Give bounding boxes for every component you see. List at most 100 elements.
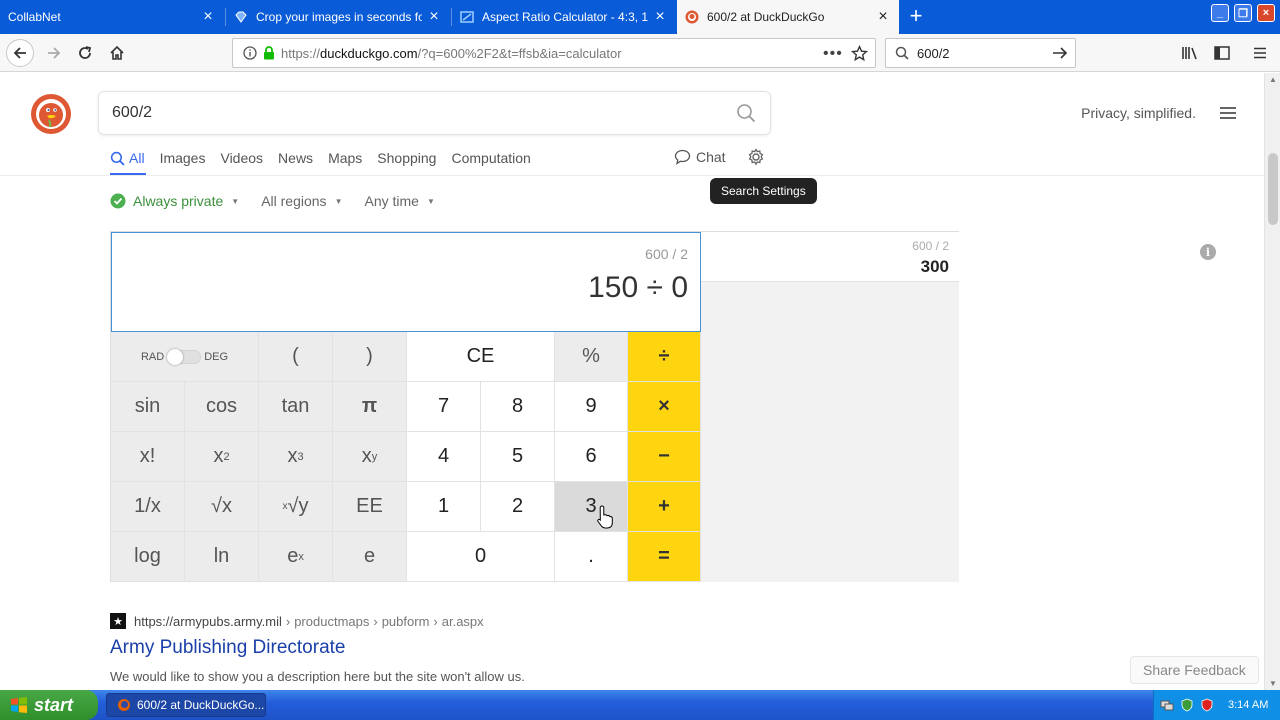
url-text: https://duckduckgo.com/?q=600%2F2&t=ffsb…	[281, 45, 622, 61]
tab-collabnet[interactable]: CollabNet ×	[0, 0, 224, 34]
privacy-filter[interactable]: Always private ▼	[110, 193, 239, 209]
library-icon[interactable]	[1176, 39, 1204, 67]
key-left-paren[interactable]: (	[259, 332, 333, 382]
tab-images[interactable]: Images	[160, 147, 206, 169]
search-icon[interactable]	[736, 103, 756, 123]
menu-icon[interactable]	[1246, 39, 1274, 67]
tab-duckduckgo[interactable]: 600/2 at DuckDuckGo ×	[677, 0, 899, 34]
back-icon[interactable]	[6, 39, 34, 67]
result-title-link[interactable]: Army Publishing Directorate	[110, 637, 810, 659]
close-icon[interactable]: ×	[652, 9, 668, 25]
key-exponent[interactable]: EE	[333, 482, 407, 532]
tab-shopping[interactable]: Shopping	[377, 147, 436, 169]
hand-cursor-icon	[597, 505, 613, 529]
tab-all[interactable]: All	[110, 147, 145, 169]
key-sin[interactable]: sin	[111, 382, 185, 432]
tagline: Privacy, simplified.	[1081, 105, 1196, 121]
duckduckgo-logo[interactable]	[31, 94, 71, 134]
key-power[interactable]: xy	[333, 432, 407, 482]
reload-icon[interactable]	[71, 39, 99, 67]
clock[interactable]: 3:14 AM	[1228, 699, 1268, 711]
tab-computation[interactable]: Computation	[451, 147, 530, 169]
tab-news[interactable]: News	[278, 147, 313, 169]
key-multiply[interactable]: ×	[628, 382, 701, 432]
tab-videos[interactable]: Videos	[220, 147, 263, 169]
scroll-down-icon[interactable]: ▼	[1265, 679, 1280, 688]
key-cube[interactable]: x3	[259, 432, 333, 482]
calculator-widget: 600 / 2 150 ÷ 0 600 / 2 300 RAD DEG ( ) …	[110, 231, 959, 582]
tab-aspect-ratio[interactable]: Aspect Ratio Calculator - 4:3, 16: ×	[452, 0, 676, 34]
key-1[interactable]: 1	[407, 482, 481, 532]
key-e[interactable]: e	[333, 532, 407, 582]
key-factorial[interactable]: x!	[111, 432, 185, 482]
home-icon[interactable]	[103, 39, 131, 67]
key-2[interactable]: 2	[481, 482, 555, 532]
key-e-power[interactable]: ex	[259, 532, 333, 582]
more-actions-icon[interactable]: •••	[823, 45, 843, 63]
key-nth-root[interactable]: x √y	[259, 482, 333, 532]
arrow-right-icon[interactable]	[1052, 46, 1068, 60]
taskbar-firefox-window[interactable]: 600/2 at DuckDuckGo...	[106, 693, 266, 717]
key-0[interactable]: 0	[407, 532, 555, 582]
close-icon[interactable]: ×	[875, 9, 891, 25]
key-cos[interactable]: cos	[185, 382, 259, 432]
toggle-switch[interactable]	[167, 348, 202, 365]
tab-maps[interactable]: Maps	[328, 147, 362, 169]
key-plus[interactable]: +	[628, 482, 701, 532]
key-right-paren[interactable]: )	[333, 332, 407, 382]
start-button[interactable]: start	[0, 690, 98, 720]
key-3[interactable]: 3	[555, 482, 628, 532]
new-tab-icon[interactable]: +	[904, 4, 928, 28]
scrollbar-thumb[interactable]	[1268, 153, 1278, 225]
sidebar-icon[interactable]	[1208, 39, 1236, 67]
key-decimal[interactable]: .	[555, 532, 628, 582]
security-shield-icon[interactable]	[1180, 698, 1194, 712]
key-5[interactable]: 5	[481, 432, 555, 482]
key-clear-entry[interactable]: CE	[407, 332, 555, 382]
key-equals[interactable]: =	[628, 532, 701, 582]
key-square-root[interactable]: √x	[185, 482, 259, 532]
info-circle-icon[interactable]	[243, 46, 257, 60]
key-ln[interactable]: ln	[185, 532, 259, 582]
close-icon[interactable]: ×	[426, 9, 442, 25]
time-filter[interactable]: Any time ▼	[364, 193, 434, 209]
forward-icon[interactable]	[40, 39, 68, 67]
share-feedback-button[interactable]: Share Feedback	[1130, 656, 1259, 684]
system-tray: 3:14 AM	[1153, 690, 1280, 720]
alert-shield-icon[interactable]	[1200, 698, 1214, 712]
restore-icon[interactable]: ❐	[1234, 4, 1252, 22]
key-divide[interactable]: ÷	[628, 332, 701, 382]
minimize-icon[interactable]: _	[1211, 4, 1229, 22]
close-icon[interactable]: ×	[200, 9, 216, 25]
ddg-search-input[interactable]: 600/2	[98, 91, 771, 135]
key-percent[interactable]: %	[555, 332, 628, 382]
key-9[interactable]: 9	[555, 382, 628, 432]
bookmark-star-icon[interactable]	[851, 45, 868, 62]
key-tan[interactable]: tan	[259, 382, 333, 432]
key-7[interactable]: 7	[407, 382, 481, 432]
key-4[interactable]: 4	[407, 432, 481, 482]
hamburger-menu-icon[interactable]	[1220, 107, 1236, 119]
key-minus[interactable]: −	[628, 432, 701, 482]
info-icon[interactable]: i	[1200, 244, 1216, 260]
rad-deg-toggle[interactable]: RAD DEG	[111, 332, 259, 382]
key-pi[interactable]: π	[333, 382, 407, 432]
key-6[interactable]: 6	[555, 432, 628, 482]
vertical-scrollbar[interactable]: ▲ ▼	[1264, 73, 1280, 690]
network-icon[interactable]	[1160, 698, 1174, 712]
chat-button[interactable]: Chat	[674, 149, 726, 165]
scroll-up-icon[interactable]: ▲	[1265, 75, 1280, 84]
key-reciprocal[interactable]: 1/x	[111, 482, 185, 532]
region-filter[interactable]: All regions ▼	[261, 193, 342, 209]
lock-icon[interactable]	[263, 46, 275, 60]
window-close-icon[interactable]: ×	[1257, 4, 1275, 22]
gear-icon[interactable]	[747, 148, 765, 166]
history-item[interactable]: 600 / 2 300	[701, 232, 959, 282]
browser-search-bar[interactable]: 600/2	[885, 38, 1076, 68]
key-square[interactable]: x2	[185, 432, 259, 482]
key-log[interactable]: log	[111, 532, 185, 582]
address-bar[interactable]: https://duckduckgo.com/?q=600%2F2&t=ffsb…	[232, 38, 876, 68]
tab-crop-images[interactable]: Crop your images in seconds for f ×	[226, 0, 450, 34]
result-source[interactable]: ★ https://armypubs.army.mil › productmap…	[110, 613, 810, 629]
key-8[interactable]: 8	[481, 382, 555, 432]
